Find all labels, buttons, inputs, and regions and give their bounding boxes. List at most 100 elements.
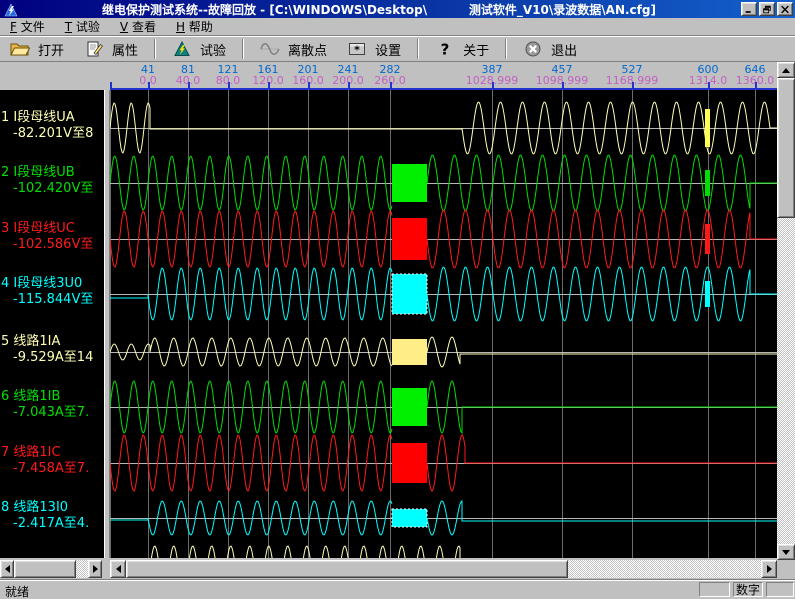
status-ready-text: 就绪: [5, 583, 29, 599]
open-folder-icon: [10, 41, 30, 57]
channel-label[interactable]: 4 Ⅰ段母线3U0: [1, 276, 82, 291]
menu-item-t[interactable]: T 试验: [55, 18, 110, 35]
dense-fault-block: [392, 274, 427, 314]
waveform-area[interactable]: [110, 90, 777, 558]
channel-label-panel: 1 Ⅰ段母线UA-82.201V至82 Ⅰ段母线UB-102.420V至3 Ⅰ段…: [0, 90, 104, 558]
properties-icon: [84, 41, 104, 57]
toolbar-separator: [154, 39, 156, 59]
window-title: 继电保护测试系统--故障回放 - [C:\WINDOWS\Desktop\ 测试…: [19, 1, 739, 18]
channel-label[interactable]: 6 线路1IB: [1, 389, 60, 404]
toolbar-button-label: 关于: [463, 40, 489, 59]
wave-hscroll-track[interactable]: [568, 560, 761, 578]
app-lightning-icon: [3, 2, 19, 16]
channel-range: -7.458A至7.: [13, 461, 89, 476]
cursor-marker[interactable]: [705, 109, 710, 147]
menu-item-f[interactable]: F 文件: [0, 18, 55, 35]
cursor-marker[interactable]: [705, 170, 710, 196]
channel-range: -115.844V至: [13, 292, 93, 307]
status-panel: [699, 582, 730, 597]
wave-hscroll-thumb[interactable]: [126, 560, 568, 578]
wave-scroll-left-button[interactable]: [110, 560, 126, 578]
toolbar-button-10[interactable]: 退出: [513, 37, 587, 61]
toolbar-button-8[interactable]: ? 关于: [425, 37, 499, 61]
scroll-down-button[interactable]: [777, 544, 795, 560]
toolbar-button-label: 退出: [551, 40, 577, 59]
channel-label[interactable]: 7 线路1IC: [1, 445, 61, 460]
toolbar-button-0[interactable]: 打开: [0, 37, 74, 61]
ruler-tick-mark: [632, 82, 634, 88]
restore-icon: [762, 5, 772, 14]
restore-button[interactable]: [759, 2, 775, 16]
panel-horizontal-scrollbar[interactable]: [0, 560, 104, 578]
ruler-tick-mark: [390, 82, 392, 88]
channel-label[interactable]: 5 线路1IA: [1, 334, 60, 349]
arrow-up-icon: [782, 68, 790, 73]
ruler-tick-mark: [755, 82, 757, 88]
toolbar-button-3[interactable]: 试验: [162, 37, 236, 61]
test-run-icon: [172, 41, 192, 57]
minimize-icon: [744, 5, 754, 14]
toolbar-button-label: 设置: [375, 40, 401, 59]
channel-range: -102.420V至: [13, 181, 93, 196]
arrow-right-icon: [767, 565, 772, 573]
menu-item-v[interactable]: V 查看: [110, 18, 166, 35]
waveform-horizontal-scrollbar[interactable]: [110, 560, 777, 578]
scrollbar-corner: [777, 560, 795, 578]
toolbar-button-1[interactable]: 属性: [74, 37, 148, 61]
dense-fault-block: [392, 339, 427, 365]
channel-range: -2.417A至4.: [13, 516, 89, 531]
dense-fault-block: [392, 218, 427, 260]
panel-scroll-right-button[interactable]: [88, 560, 102, 578]
panel-hscroll-track[interactable]: [76, 560, 88, 578]
toolbar-button-6[interactable]: * 设置: [337, 37, 411, 61]
vertical-scrollbar[interactable]: [777, 62, 795, 560]
arrow-right-icon: [93, 565, 98, 573]
vscroll-track[interactable]: [777, 218, 795, 544]
channel-label[interactable]: 3 Ⅰ段母线UC: [1, 221, 75, 236]
toolbar: 打开 属性 试验离散点 * 设置? 关于 退出: [0, 36, 795, 62]
ruler-tick-mark: [708, 82, 710, 88]
arrow-left-icon: [5, 565, 10, 573]
ruler-tick-mark: [562, 82, 564, 88]
toolbar-button-5[interactable]: 离散点: [250, 37, 337, 61]
panel-scroll-left-button[interactable]: [0, 560, 14, 578]
status-bar: 就绪 数字: [0, 579, 795, 599]
channel-label[interactable]: 2 Ⅰ段母线UB: [1, 165, 75, 180]
toolbar-separator: [417, 39, 419, 59]
cursor-marker[interactable]: [705, 224, 710, 254]
dense-fault-block: [392, 388, 427, 426]
waveform-trace: [110, 546, 777, 558]
panel-hscroll-thumb[interactable]: [14, 560, 76, 578]
channel-label[interactable]: 8 线路13I0: [1, 500, 68, 515]
toolbar-button-label: 打开: [38, 40, 64, 59]
cursor-marker[interactable]: [705, 281, 710, 307]
timeline-ruler: 410.08140.012180.0161120.0201160.0241200…: [110, 62, 777, 90]
status-num-indicator: 数字: [733, 582, 763, 597]
channel-range: -9.529A至14: [13, 350, 93, 365]
minimize-button[interactable]: [741, 2, 757, 16]
ruler-tick-mark: [492, 82, 494, 88]
menu-bar: F 文件T 试验V 查看H 帮助: [0, 18, 795, 36]
svg-text:?: ?: [441, 41, 450, 57]
scroll-up-button[interactable]: [777, 62, 795, 78]
toolbar-separator: [505, 39, 507, 59]
dense-fault-block: [392, 509, 427, 527]
dense-fault-block: [392, 164, 427, 202]
channel-label[interactable]: 1 Ⅰ段母线UA: [1, 110, 75, 125]
toolbar-button-label: 属性: [112, 40, 138, 59]
channel-range: -102.586V至: [13, 237, 93, 252]
window-controls: [739, 2, 793, 16]
close-icon: [780, 5, 790, 14]
discrete-points-icon: [260, 41, 280, 57]
channel-range: -7.043A至7.: [13, 405, 89, 420]
exit-icon: [523, 41, 543, 57]
close-button[interactable]: [777, 2, 793, 16]
svg-text:*: *: [354, 44, 360, 57]
application-window: 继电保护测试系统--故障回放 - [C:\WINDOWS\Desktop\ 测试…: [0, 0, 795, 599]
arrow-down-icon: [782, 550, 790, 555]
settings-icon: *: [347, 41, 367, 57]
vscroll-thumb[interactable]: [777, 78, 795, 218]
menu-item-h[interactable]: H 帮助: [166, 18, 223, 35]
about-icon: ?: [435, 41, 455, 57]
wave-scroll-right-button[interactable]: [761, 560, 777, 578]
